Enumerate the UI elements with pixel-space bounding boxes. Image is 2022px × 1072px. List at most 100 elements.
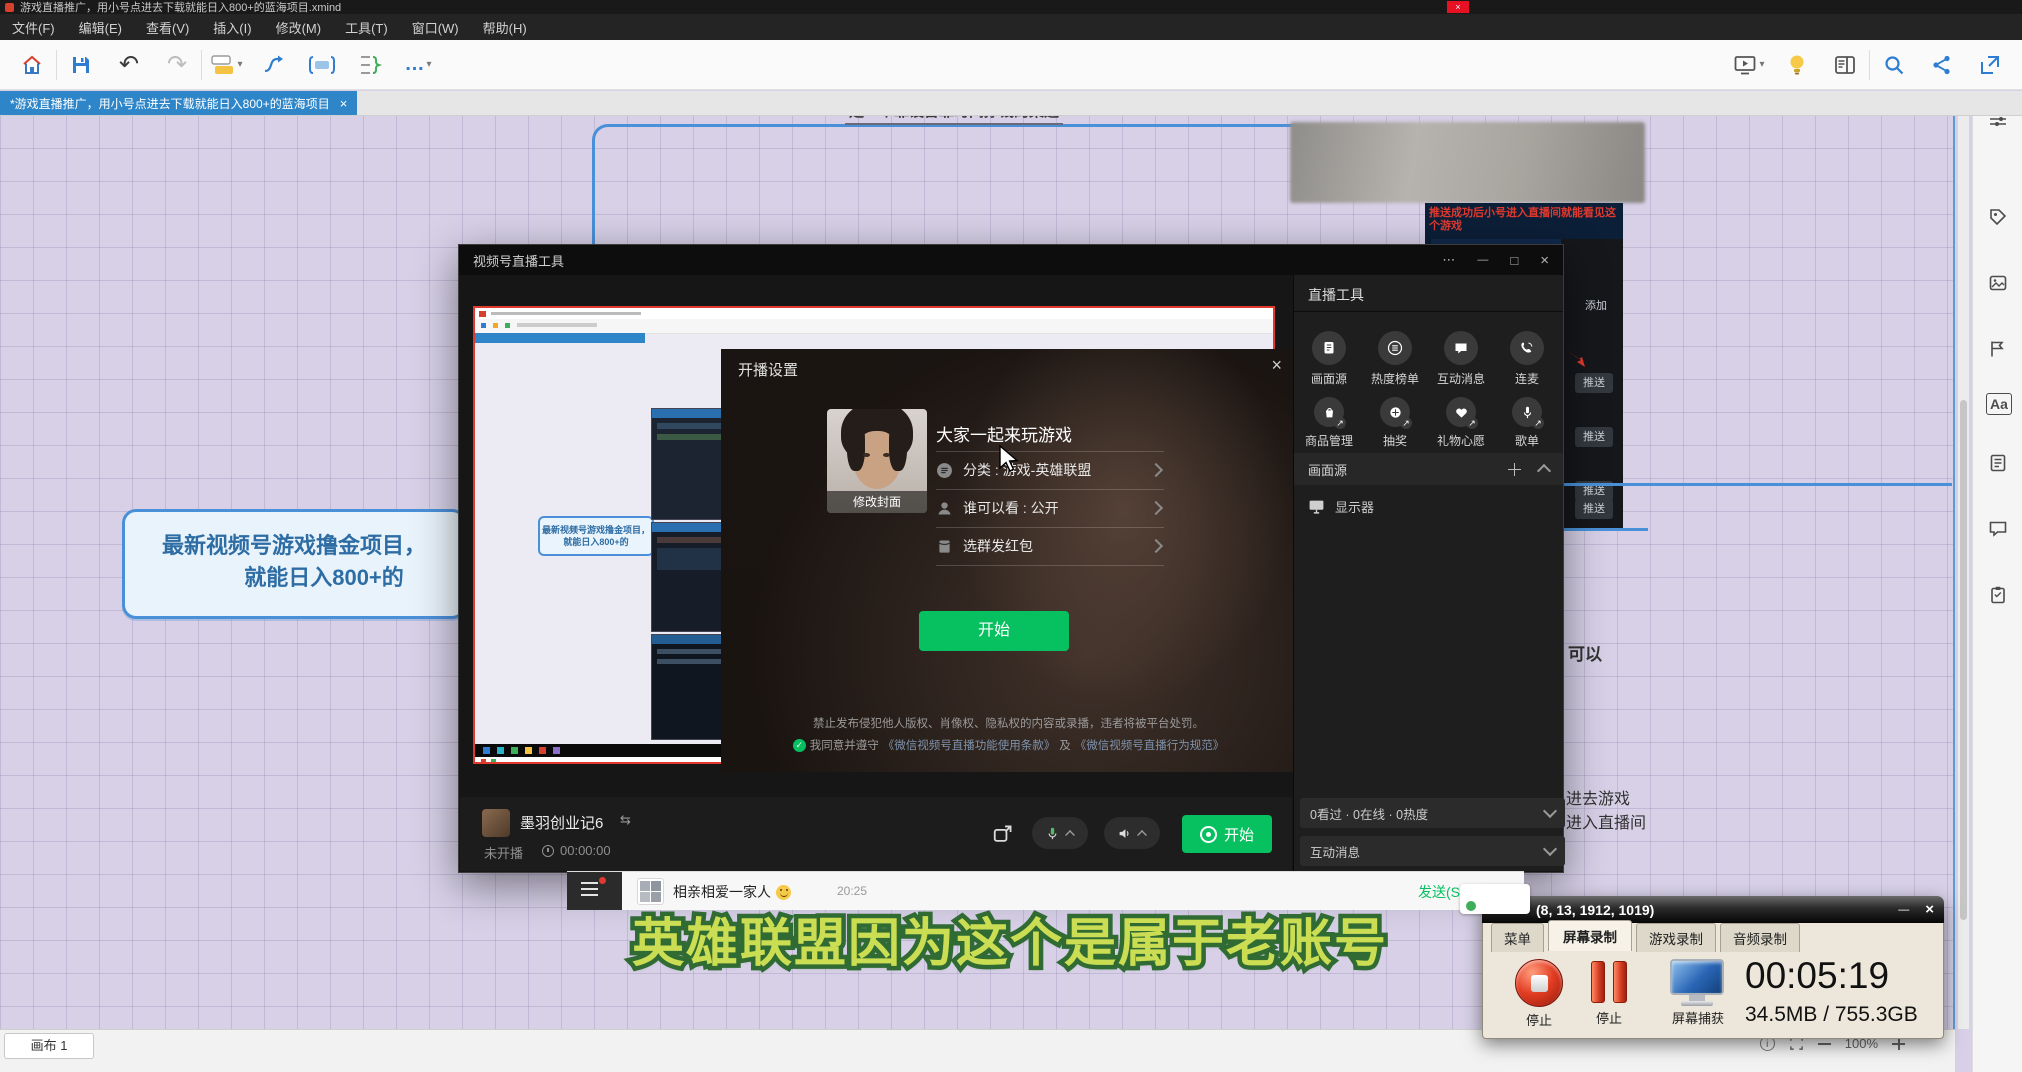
screen-capture-button[interactable]	[1670, 959, 1726, 1005]
redo-button[interactable]: ↷	[159, 47, 195, 83]
boundary-button[interactable]	[304, 47, 340, 83]
menu-window[interactable]: 窗口(W)	[412, 18, 459, 37]
cover-caption[interactable]: 修改封面	[827, 491, 927, 513]
present-button[interactable]: ▾	[1731, 47, 1767, 83]
menu-file[interactable]: 文件(F)	[12, 18, 55, 37]
recorder-close-icon[interactable]: ×	[1925, 901, 1934, 918]
swap-account-icon[interactable]: ⇆	[620, 812, 631, 828]
menu-modify[interactable]: 修改(M)	[276, 18, 322, 37]
recording-size: 34.5MB / 755.3GB	[1745, 1003, 1918, 1027]
tool-ranking[interactable]: 热度榜单	[1364, 331, 1426, 387]
speaker-control[interactable]	[1104, 817, 1160, 849]
category-row[interactable]: 分类 : 游戏-英雄联盟	[936, 451, 1161, 489]
home-button[interactable]	[14, 47, 50, 83]
image-icon[interactable]	[1973, 263, 2022, 303]
tool-gift-wish[interactable]: ↗ 礼物心愿	[1430, 397, 1492, 449]
dialog-close-icon[interactable]: ×	[1271, 355, 1282, 376]
hamburger-menu-icon[interactable]	[581, 882, 598, 896]
menu-edit[interactable]: 编辑(E)	[79, 18, 122, 37]
export-button[interactable]	[1972, 47, 2008, 83]
collapse-icon[interactable]	[1537, 464, 1551, 478]
agree-check-icon[interactable]: ✓	[793, 739, 806, 752]
terms-link[interactable]: 《微信视频号直播行为规范》	[1075, 737, 1225, 753]
comment-icon[interactable]	[1973, 509, 2022, 549]
lightbulb-button[interactable]	[1779, 47, 1815, 83]
source-section-header[interactable]: 画面源	[1294, 453, 1563, 485]
notes-panel-button[interactable]	[1827, 47, 1863, 83]
interactive-messages-bar[interactable]: 互动消息	[1300, 836, 1565, 866]
search-icon	[1882, 53, 1906, 77]
tool-call[interactable]: 连麦	[1496, 331, 1558, 387]
zoom-out-icon[interactable]	[1818, 1043, 1831, 1045]
window-maximize-icon[interactable]: □	[1510, 253, 1518, 268]
add-label[interactable]: 添加	[1585, 297, 1607, 313]
tool-lottery[interactable]: ↗ 抽奖	[1364, 397, 1426, 449]
push-button[interactable]: 推送	[1575, 499, 1613, 519]
dialog-start-button[interactable]: 开始	[919, 611, 1069, 651]
app-close-button[interactable]: ×	[1447, 1, 1469, 13]
app-toolbar: ↶ ↷ ▾ … ▾ ▾	[0, 40, 2022, 90]
stop-square-icon	[1531, 975, 1548, 992]
viewer-stats-bar[interactable]: 0看过 · 0在线 · 0热度	[1300, 798, 1565, 828]
tab-menu[interactable]: 菜单	[1491, 923, 1544, 952]
relationship-button[interactable]	[256, 47, 292, 83]
save-button[interactable]	[63, 47, 99, 83]
tab-audio-record[interactable]: 音频录制	[1720, 923, 1800, 952]
push-button[interactable]: 推送	[1575, 373, 1613, 393]
screen-share-icon[interactable]	[992, 823, 1014, 845]
push-button[interactable]: 推送	[1575, 427, 1613, 447]
flag-icon[interactable]	[1973, 329, 2022, 369]
vertical-scrollbar[interactable]	[1958, 115, 1969, 1029]
recorder-minimize-icon[interactable]: —	[1898, 904, 1909, 916]
tool-screen-source[interactable]: 画面源	[1298, 331, 1360, 387]
left-node-line2: 就能日入800+的	[125, 562, 463, 594]
mic-control[interactable]	[1032, 817, 1088, 849]
canvas-tab[interactable]: 画布 1	[4, 1033, 94, 1059]
dropdown-caret-icon: ▾	[426, 59, 431, 70]
app-title: 游戏直播推广，用小号点进去下载就能日入800+的蓝海项目.xmind	[20, 0, 341, 15]
outline-document-icon[interactable]	[1973, 443, 2022, 483]
tool-products[interactable]: ↗ 商品管理	[1298, 397, 1360, 449]
recorder-titlebar[interactable]: (8, 13, 1912, 1019) — ×	[1482, 896, 1944, 923]
add-source-icon[interactable]	[1508, 463, 1521, 476]
share-button[interactable]	[1924, 47, 1960, 83]
tool-playlist[interactable]: ↗ 歌单	[1496, 397, 1558, 449]
sticker-tag-icon[interactable]	[1973, 197, 2022, 237]
visibility-row[interactable]: 谁可以看 : 公开	[936, 489, 1161, 527]
menu-insert[interactable]: 插入(I)	[213, 18, 251, 37]
stop-button[interactable]	[1515, 959, 1563, 1007]
window-close-icon[interactable]: ×	[1540, 252, 1549, 269]
window-more-icon[interactable]: ⋯	[1442, 252, 1455, 268]
pause-button[interactable]	[1579, 959, 1639, 1005]
chat-group-name[interactable]: 相亲相爱一家人	[673, 882, 771, 902]
undo-button[interactable]: ↶	[111, 47, 147, 83]
app-titlebar[interactable]: 游戏直播推广，用小号点进去下载就能日入800+的蓝海项目.xmind ×	[0, 0, 2022, 14]
more-tools-button[interactable]: … ▾	[400, 47, 436, 83]
tab-screen-record[interactable]: 屏幕录制	[1548, 920, 1632, 951]
cover-image[interactable]: 修改封面	[827, 409, 927, 513]
menu-help[interactable]: 帮助(H)	[483, 18, 527, 37]
mindmap-node-left[interactable]: 最新视频号游戏撸金项目， 就能日入800+的	[122, 509, 466, 619]
container-border	[592, 124, 1295, 247]
stop-label: 停止	[1509, 1010, 1569, 1029]
search-button[interactable]	[1876, 47, 1912, 83]
live-start-button[interactable]: 开始	[1182, 815, 1272, 853]
source-item-display[interactable]: 显示器	[1308, 497, 1374, 516]
menu-tools[interactable]: 工具(T)	[345, 18, 388, 37]
tab-close-icon[interactable]: ×	[340, 96, 348, 111]
scrollbar-thumb[interactable]	[1960, 400, 1967, 920]
tab-game-record[interactable]: 游戏录制	[1636, 923, 1716, 952]
document-tab[interactable]: *游戏直播推广，用小号点进去下载就能日入800+的蓝海项目 ×	[0, 91, 357, 115]
terms-link[interactable]: 《微信视频号直播功能使用条款》	[883, 737, 1056, 753]
topic-shape-button[interactable]: ▾	[208, 47, 244, 83]
menu-view[interactable]: 查看(V)	[146, 18, 189, 37]
font-style-icon[interactable]: Aa	[1986, 393, 2012, 415]
window-minimize-icon[interactable]: —	[1477, 254, 1488, 266]
send-button[interactable]: 发送(S)	[1418, 882, 1465, 902]
summary-button[interactable]	[352, 47, 388, 83]
stream-title-input[interactable]: 大家一起来玩游戏	[936, 421, 1072, 446]
live-window-titlebar[interactable]: 视频号直播工具 ⋯ — □ ×	[459, 245, 1563, 275]
red-packet-row[interactable]: 选群发红包	[936, 527, 1161, 565]
task-clipboard-icon[interactable]	[1973, 575, 2022, 615]
tool-messages[interactable]: 互动消息	[1430, 331, 1492, 387]
